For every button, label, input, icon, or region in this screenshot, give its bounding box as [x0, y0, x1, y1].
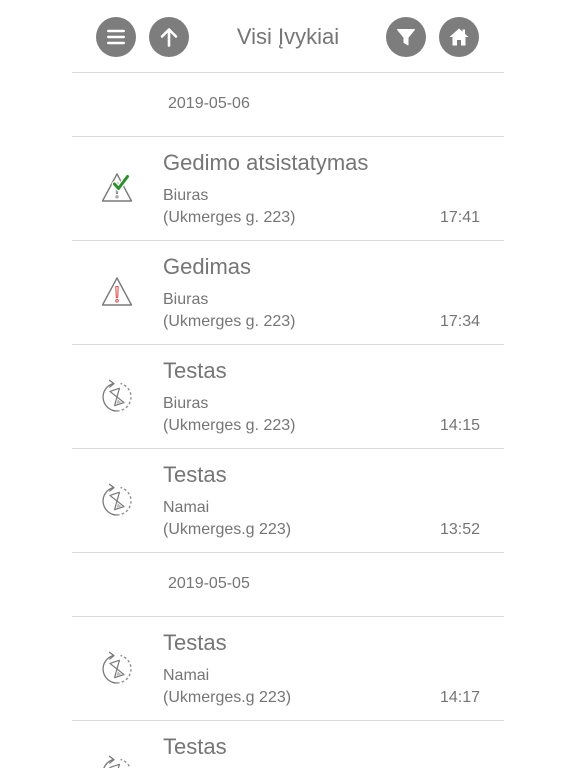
fault-restored-icon: [99, 170, 135, 206]
event-item[interactable]: Gedimas Biuras (Ukmerges g. 223) 17:34: [72, 241, 504, 345]
event-item[interactable]: Testas Namai (Ukmerges.g 223) 14:17: [72, 617, 504, 721]
event-title: Gedimo atsistatymas: [163, 150, 369, 175]
date-label: 2019-05-05: [168, 575, 250, 592]
event-location: Biuras: [163, 187, 209, 204]
event-title: Gedimas: [163, 254, 252, 279]
menu-icon: [107, 29, 125, 45]
test-icon: [102, 483, 132, 516]
test-icon: [102, 379, 132, 412]
filter-button[interactable]: [386, 17, 426, 57]
event-item[interactable]: Testas: [72, 721, 504, 768]
event-time: 14:15: [439, 417, 480, 434]
event-time: 17:41: [439, 209, 480, 226]
home-icon: [449, 28, 469, 46]
scroll-up-button[interactable]: [149, 17, 189, 57]
fault-icon: [101, 277, 133, 306]
date-header: 2019-05-06: [72, 73, 504, 137]
event-location: Biuras: [163, 291, 209, 308]
event-time: 17:34: [439, 313, 480, 330]
filter-icon: [397, 29, 415, 46]
event-list[interactable]: 2019-05-06 Gedimo atsistatymas Biuras (U…: [72, 72, 504, 768]
event-address: (Ukmerges.g 223): [163, 521, 292, 538]
event-time: 14:17: [439, 689, 480, 706]
event-address: (Ukmerges g. 223): [163, 417, 296, 434]
date-label: 2019-05-06: [168, 95, 250, 112]
event-title: Testas: [163, 734, 227, 759]
event-location: Namai: [163, 499, 210, 516]
home-button[interactable]: [439, 17, 479, 57]
top-bar: Visi Įvykiai: [0, 0, 576, 72]
date-header: 2019-05-05: [72, 553, 504, 617]
event-address: (Ukmerges g. 223): [163, 313, 296, 330]
event-address: (Ukmerges g. 223): [163, 209, 296, 226]
page-title: Visi Įvykiai: [236, 24, 340, 49]
event-item[interactable]: Testas Namai (Ukmerges.g 223) 13:52: [72, 449, 504, 553]
event-item[interactable]: Gedimo atsistatymas Biuras (Ukmerges g. …: [72, 137, 504, 241]
event-time: 13:52: [439, 521, 480, 538]
event-location: Biuras: [163, 395, 209, 412]
test-icon: [102, 755, 132, 768]
event-item[interactable]: Testas Biuras (Ukmerges g. 223) 14:15: [72, 345, 504, 449]
event-title: Testas: [163, 358, 227, 383]
arrow-up-icon: [160, 28, 178, 47]
event-address: (Ukmerges.g 223): [163, 689, 292, 706]
menu-button[interactable]: [96, 17, 136, 57]
event-title: Testas: [163, 462, 227, 487]
event-location: Namai: [163, 667, 210, 684]
test-icon: [102, 651, 132, 684]
event-title: Testas: [163, 630, 227, 655]
